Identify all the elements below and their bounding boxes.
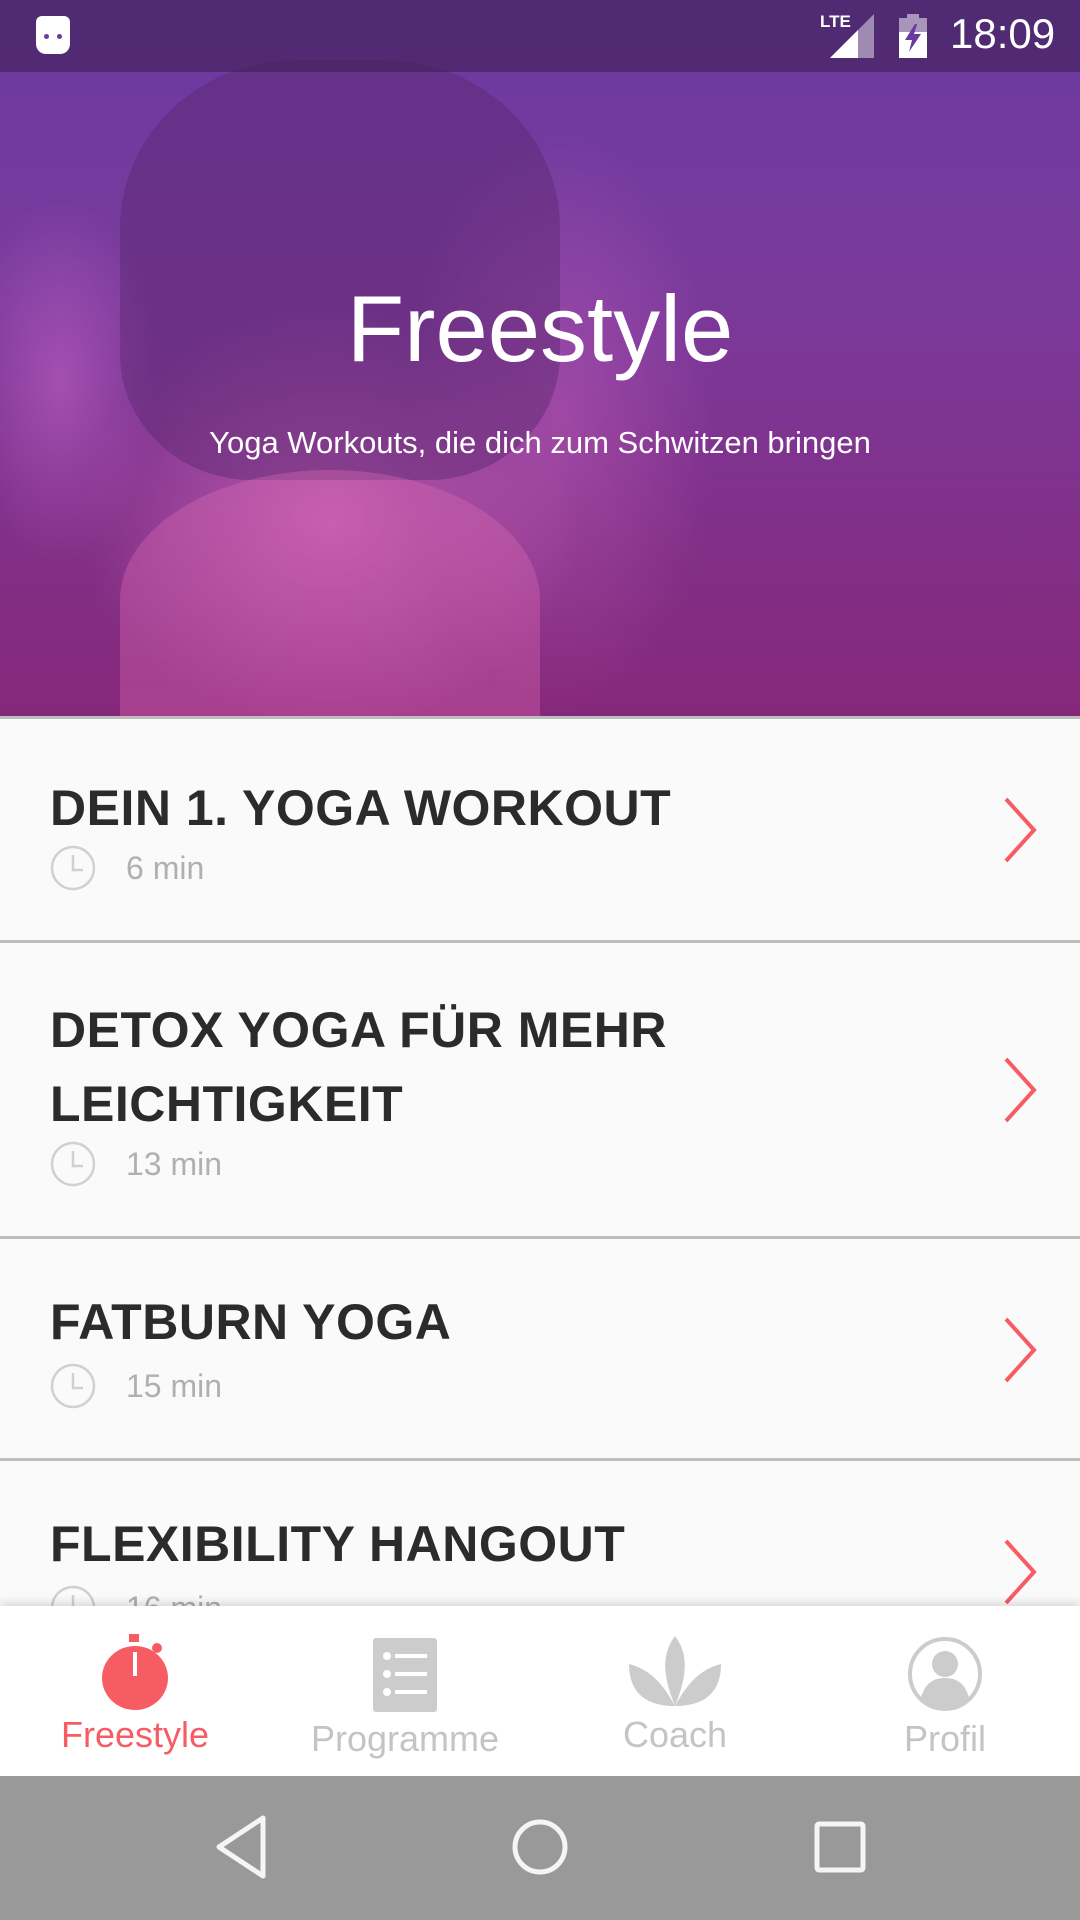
chevron-right-icon xyxy=(1004,1539,1037,1605)
hero-image-body xyxy=(120,470,540,716)
chevron-right-icon xyxy=(1004,1317,1037,1383)
bottom-tab-bar: Freestyle Programme Coach Profil xyxy=(0,1606,1080,1776)
tab-label: Coach xyxy=(622,1714,728,1755)
tab-profil[interactable]: Profil xyxy=(810,1606,1080,1776)
profile-icon xyxy=(908,1637,982,1711)
tab-coach[interactable]: Coach xyxy=(540,1606,810,1776)
tab-label: Programme xyxy=(310,1718,500,1759)
hero-image-figure xyxy=(120,60,560,480)
clock-icon xyxy=(50,1141,96,1187)
hero-banner: Freestyle Yoga Workouts, die dich zum Sc… xyxy=(0,0,1080,716)
list-icon xyxy=(373,1638,437,1712)
workout-duration: 6 min xyxy=(50,845,204,891)
workout-title: FLEXIBILITY HANGOUT xyxy=(50,1516,626,1572)
tab-freestyle[interactable]: Freestyle xyxy=(0,1606,270,1776)
workout-title: DEIN 1. YOGA WORKOUT xyxy=(50,780,672,836)
chevron-right-icon xyxy=(1004,1057,1037,1123)
workout-duration: 15 min xyxy=(50,1363,222,1409)
status-time: 18:09 xyxy=(950,10,1056,57)
workout-duration: 13 min xyxy=(50,1141,222,1187)
tab-programme[interactable]: Programme xyxy=(270,1606,540,1776)
back-icon[interactable] xyxy=(205,1812,275,1882)
workout-title: FATBURN YOGA xyxy=(50,1294,452,1350)
clock-icon xyxy=(50,845,96,891)
page-subtitle: Yoga Workouts, die dich zum Schwitzen br… xyxy=(209,425,871,460)
status-bar: LTE 18:09 xyxy=(0,0,1080,72)
chevron-right-icon xyxy=(1004,797,1037,863)
tab-label: Freestyle xyxy=(60,1714,210,1755)
workout-title: DETOX YOGA FÜR MEHR LEICHTIGKEIT xyxy=(50,1002,667,1132)
recents-icon[interactable] xyxy=(805,1812,875,1882)
signal-icon xyxy=(830,14,874,58)
workout-item[interactable]: DETOX YOGA FÜR MEHR LEICHTIGKEIT 13 min xyxy=(0,940,1080,1239)
home-icon[interactable] xyxy=(505,1812,575,1882)
system-navigation-bar xyxy=(0,1776,1080,1920)
tab-label: Profil xyxy=(903,1718,987,1759)
lotus-icon xyxy=(629,1636,721,1706)
android-notification-icon xyxy=(36,16,70,54)
workout-item[interactable]: DEIN 1. YOGA WORKOUT 6 min xyxy=(0,716,1080,943)
clock-icon xyxy=(50,1363,96,1409)
page-title: Freestyle xyxy=(346,276,734,381)
battery-charging-icon xyxy=(899,14,927,58)
stopwatch-icon xyxy=(102,1634,168,1710)
workout-item[interactable]: FATBURN YOGA 15 min xyxy=(0,1236,1080,1461)
